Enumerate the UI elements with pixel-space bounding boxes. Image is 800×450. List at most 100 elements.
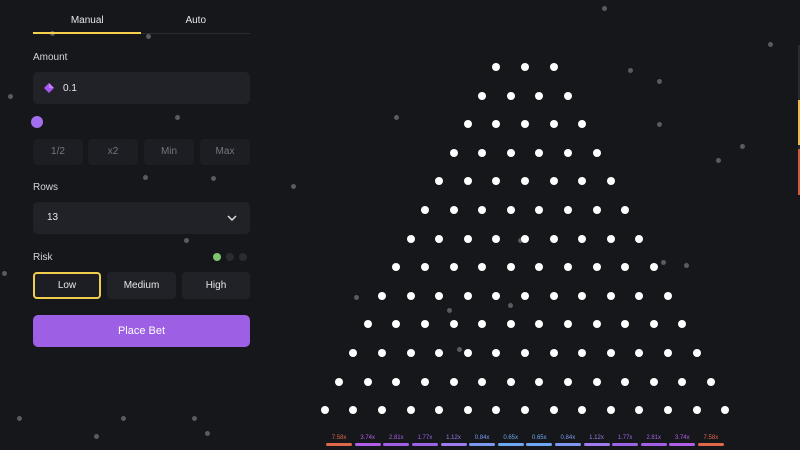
plinko-peg [578, 234, 587, 243]
plinko-peg [435, 406, 444, 415]
plinko-peg [449, 206, 458, 214]
multiplier-label: 0.84x [560, 435, 576, 441]
plinko-peg [606, 349, 615, 357]
multiplier-slot: 1.77x [612, 434, 639, 446]
plinko-peg [435, 291, 444, 300]
plinko-peg [635, 234, 644, 243]
multiplier-bar [612, 443, 639, 446]
plinko-peg [635, 406, 644, 415]
multiplier-bar [497, 443, 524, 446]
plinko-peg [592, 263, 601, 272]
plinko-peg [463, 234, 472, 243]
plinko-peg [420, 263, 429, 272]
plinko-peg [320, 406, 329, 415]
plinko-peg [478, 377, 487, 386]
plinko-peg [378, 406, 386, 415]
plinko-peg [449, 320, 458, 329]
plinko-peg [664, 291, 672, 300]
multiplier-bar [469, 443, 496, 446]
multiplier-label: 1.77x [417, 435, 433, 441]
plinko-peg [463, 406, 472, 415]
plinko-peg [535, 377, 544, 386]
plinko-peg [664, 406, 672, 415]
multiplier-slot: 7.58x [326, 434, 353, 446]
multiplier-slot: 0.65x [526, 434, 553, 446]
plinko-peg [535, 320, 544, 329]
plinko-peg [406, 349, 415, 357]
plinko-peg [521, 234, 529, 243]
plinko-peg [378, 349, 386, 357]
plinko-peg [406, 406, 415, 415]
multiplier-slot: 1.77x [411, 434, 438, 446]
plinko-peg [506, 377, 515, 386]
multiplier-label: 3.74x [360, 435, 376, 441]
plinko-peg [621, 263, 630, 272]
plinko-peg [563, 91, 572, 100]
plinko-peg [492, 291, 501, 300]
plinko-peg [535, 91, 544, 100]
plinko-peg [478, 263, 487, 272]
plinko-peg [506, 320, 515, 329]
multiplier-label: 1.12x [446, 435, 461, 441]
plinko-peg [349, 406, 358, 415]
plinko-peg [406, 234, 415, 243]
plinko-peg [506, 206, 515, 214]
plinko-peg [420, 377, 429, 386]
multiplier-label: 0.65x [503, 435, 519, 441]
plinko-peg [521, 120, 529, 129]
plinko-peg [478, 206, 487, 214]
plinko-peg [521, 291, 529, 300]
plinko-peg [535, 263, 544, 272]
plinko-peg [463, 349, 472, 357]
multiplier-label: 0.84x [474, 435, 490, 441]
plinko-peg [678, 320, 687, 329]
plinko-peg [563, 148, 572, 157]
plinko-peg [535, 206, 544, 214]
plinko-peg [463, 120, 472, 129]
plinko-peg [635, 349, 644, 357]
multiplier-bar [554, 443, 581, 446]
plinko-peg [678, 377, 687, 386]
plinko-peg [578, 120, 587, 129]
plinko-peg [335, 377, 344, 386]
multiplier-slot: 0.84x [469, 434, 496, 446]
plinko-peg [449, 377, 458, 386]
multiplier-slot: 3.74x [354, 434, 381, 446]
plinko-peg [549, 234, 558, 243]
plinko-peg [363, 320, 372, 329]
plinko-peg [478, 148, 487, 157]
multiplier-bar [583, 443, 610, 446]
multiplier-bar [354, 443, 381, 446]
multiplier-label: 2.81x [388, 435, 404, 441]
multiplier-bar [411, 443, 438, 446]
plinko-peg [706, 377, 715, 386]
plinko-peg [664, 349, 672, 357]
plinko-peg [363, 377, 372, 386]
multiplier-slot: 1.12x [583, 434, 610, 446]
plinko-peg [435, 177, 444, 186]
plinko-peg [606, 291, 615, 300]
plinko-peg [463, 291, 472, 300]
multiplier-label: 7.58x [331, 435, 347, 441]
plinko-peg [563, 206, 572, 214]
plinko-peg [549, 177, 558, 186]
plinko-peg [578, 406, 587, 415]
multiplier-slot: 0.65x [497, 434, 524, 446]
plinko-peg [492, 349, 501, 357]
plinko-peg [592, 148, 601, 157]
plinko-peg [578, 291, 587, 300]
plinko-peg [521, 349, 529, 357]
plinko-peg [492, 120, 501, 129]
plinko-peg [521, 406, 529, 415]
multiplier-label: 1.12x [589, 435, 604, 441]
plinko-peg [492, 234, 501, 243]
plinko-peg [721, 406, 730, 415]
plinko-board: 7.58x 3.74x 2.81x 1.77x 1.12x 0.84x 0.65x 0.65x… [0, 0, 800, 450]
multiplier-slot: 3.74x [669, 434, 696, 446]
plinko-peg [621, 320, 630, 329]
plinko-peg [492, 63, 501, 71]
plinko-peg [592, 320, 601, 329]
plinko-peg [649, 320, 658, 329]
plinko-peg [549, 120, 558, 129]
plinko-peg [463, 177, 472, 186]
